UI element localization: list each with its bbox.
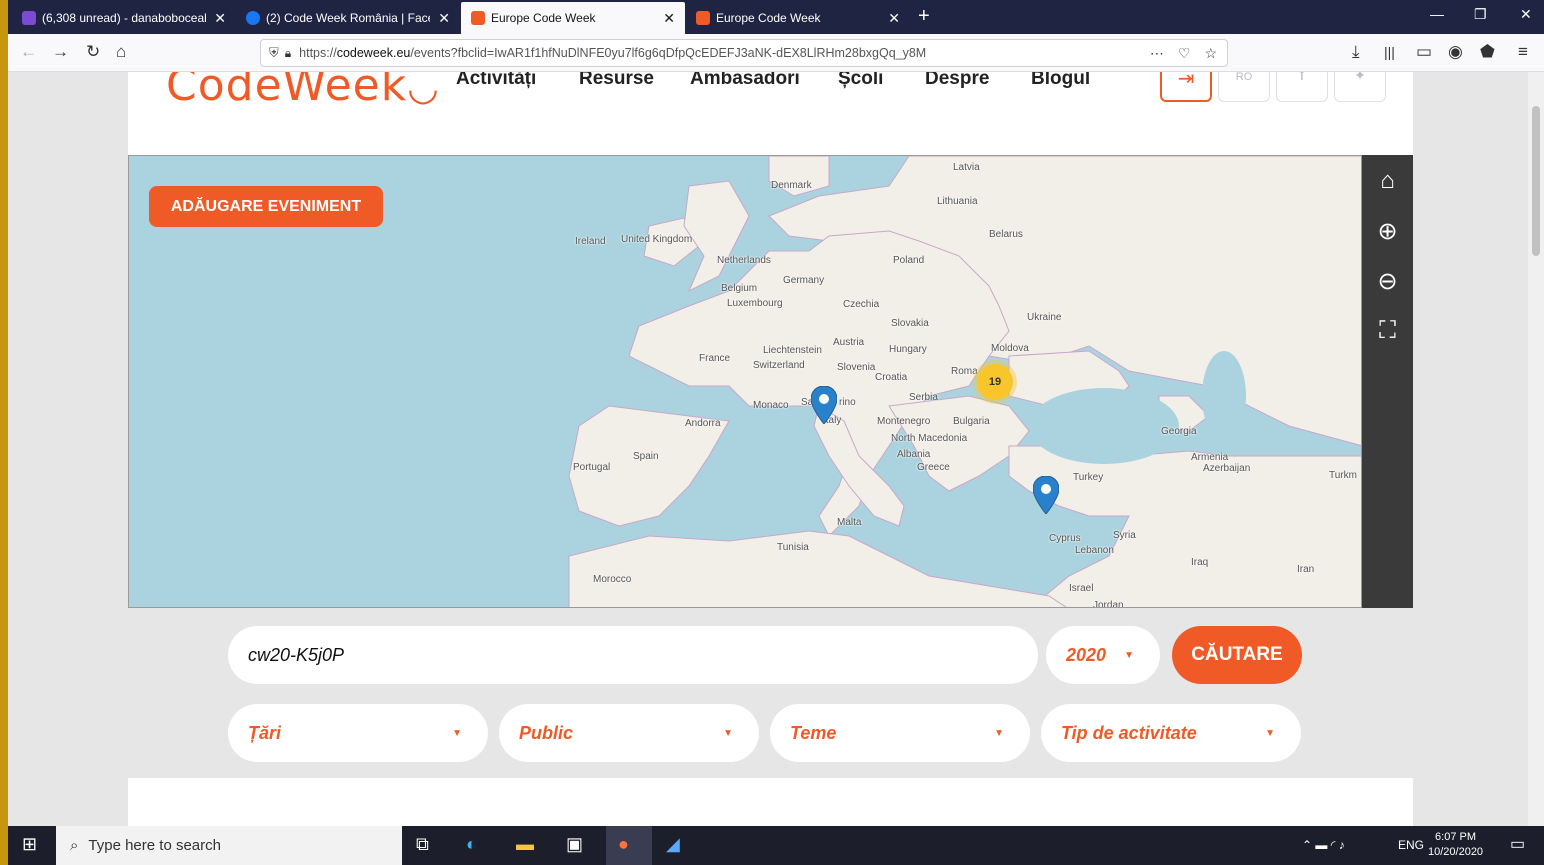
- map-controls: ⌂ ⊕ ⊖ ⛶: [1362, 155, 1413, 608]
- bookmark-star-icon[interactable]: ☆: [1204, 45, 1217, 62]
- file-explorer-icon[interactable]: ▬: [516, 834, 534, 855]
- account-icon[interactable]: ◉: [1448, 42, 1463, 62]
- menu-blogul[interactable]: Blogul: [1031, 72, 1090, 90]
- close-window-icon[interactable]: ✕: [1520, 6, 1532, 23]
- shield-icon: ⛨: [269, 45, 279, 60]
- new-tab-button[interactable]: +: [918, 5, 930, 28]
- url-bar[interactable]: ⛨ 🔒︎ https://codeweek.eu/events?fbclid=I…: [260, 39, 1228, 67]
- chevron-down-icon: ▼: [994, 727, 1004, 739]
- download-icon[interactable]: ⤓: [1352, 42, 1360, 62]
- close-icon[interactable]: ✕: [438, 10, 450, 27]
- tray-icons[interactable]: ⌃ ▬ ◜ ♪: [1302, 838, 1345, 852]
- chevron-down-icon: ▼: [452, 727, 462, 739]
- event-pin-marker[interactable]: [811, 386, 837, 424]
- facebook-button[interactable]: f: [1276, 72, 1328, 102]
- nav-bar: ← → ↻ ⌂ ⛨ 🔒︎ https://codeweek.eu/events?…: [8, 34, 1544, 72]
- reload-icon[interactable]: ↻: [86, 42, 100, 62]
- mail-icon: [22, 11, 36, 25]
- search-panel: cw20-K5j0P 2020 ▼ CĂUTARE Țări ▼ Public ▼ T…: [128, 608, 1413, 778]
- firefox-icon[interactable]: ●: [606, 826, 652, 865]
- menu-icon[interactable]: ≡: [1518, 42, 1528, 62]
- filter-activity-type[interactable]: Tip de activitate ▼: [1041, 704, 1301, 762]
- tab-codeweek[interactable]: Europe Code Week ✕: [686, 4, 910, 32]
- filter-themes[interactable]: Teme ▼: [770, 704, 1030, 762]
- browser-window: (6,308 unread) - danaboboceal ✕ (2) Code…: [8, 0, 1544, 865]
- page-content: CodeWeek◡ Activități Resurse Ambasadori …: [8, 72, 1536, 826]
- filter-audience[interactable]: Public ▼: [499, 704, 759, 762]
- search-input[interactable]: cw20-K5j0P: [228, 626, 1038, 684]
- extension-icon[interactable]: ⬟: [1480, 42, 1495, 62]
- close-icon[interactable]: ✕: [888, 10, 900, 27]
- language-button[interactable]: RO: [1218, 72, 1270, 102]
- twitter-button[interactable]: ✦: [1334, 72, 1386, 102]
- add-event-button[interactable]: ADĂUGARE EVENIMENT: [149, 186, 383, 227]
- codeweek-logo[interactable]: CodeWeek◡: [166, 72, 440, 111]
- library-icon[interactable]: |||: [1384, 44, 1395, 60]
- lock-icon: 🔒︎: [284, 45, 292, 60]
- store-icon[interactable]: ▣: [566, 834, 583, 855]
- events-map[interactable]: Denmark Latvia Lithuania Ireland United …: [128, 155, 1362, 608]
- sidebar-icon[interactable]: ▭: [1416, 42, 1432, 62]
- map-home-icon[interactable]: ⌂: [1362, 167, 1413, 195]
- codeweek-icon: [471, 11, 485, 25]
- login-button[interactable]: ⇥: [1160, 72, 1212, 102]
- restore-icon[interactable]: ❐: [1474, 6, 1487, 23]
- chevron-down-icon: ▼: [723, 727, 733, 739]
- menu-scoli[interactable]: Școli: [838, 72, 883, 90]
- zoom-out-icon[interactable]: ⊖: [1362, 267, 1413, 296]
- page-scrollbar[interactable]: [1528, 72, 1544, 826]
- facebook-icon: [246, 11, 260, 25]
- event-pin-marker[interactable]: [1033, 476, 1059, 514]
- menu-ambasadori[interactable]: Ambasadori: [690, 72, 800, 90]
- chevron-down-icon: ▼: [1265, 727, 1275, 739]
- codeweek-icon: [696, 11, 710, 25]
- chevron-down-icon: ▼: [1124, 649, 1134, 661]
- tab-codeweek-active[interactable]: Europe Code Week ✕: [461, 2, 685, 34]
- windows-taskbar: ⊞ ⌕ Type here to search ⧉ ◐ ▬ ▣ ● ◢ ⌃ ▬ …: [8, 826, 1544, 865]
- more-icon[interactable]: ⋯: [1150, 45, 1164, 62]
- tab-bar: (6,308 unread) - danaboboceal ✕ (2) Code…: [8, 0, 1544, 34]
- minimize-icon[interactable]: —: [1430, 6, 1444, 22]
- clock[interactable]: 6:07 PM 10/20/2020: [1428, 830, 1483, 860]
- back-icon[interactable]: ←: [20, 42, 37, 62]
- filter-countries[interactable]: Țări ▼: [228, 704, 488, 762]
- home-icon[interactable]: ⌂: [116, 42, 126, 62]
- notification-icon[interactable]: ▭: [1510, 834, 1525, 854]
- windows-start-icon[interactable]: ⊞: [22, 834, 37, 855]
- edge-icon[interactable]: ◐: [466, 834, 477, 855]
- close-icon[interactable]: ✕: [663, 10, 675, 27]
- tab-facebook[interactable]: (2) Code Week România | Facel ✕: [236, 4, 460, 32]
- search-icon: ⌕: [70, 837, 79, 854]
- event-cluster-marker[interactable]: 19: [977, 364, 1013, 400]
- menu-despre[interactable]: Despre: [925, 72, 989, 90]
- taskbar-search[interactable]: ⌕ Type here to search: [56, 826, 402, 865]
- task-view-icon[interactable]: ⧉: [416, 834, 429, 855]
- search-button[interactable]: CĂUTARE: [1172, 626, 1302, 684]
- language-indicator[interactable]: ENG: [1398, 838, 1424, 852]
- menu-resurse[interactable]: Resurse: [579, 72, 654, 90]
- app-icon[interactable]: ◢: [666, 834, 680, 855]
- close-icon[interactable]: ✕: [214, 10, 226, 27]
- pocket-icon[interactable]: ♡: [1178, 45, 1191, 62]
- zoom-in-icon[interactable]: ⊕: [1362, 217, 1413, 246]
- menu-activitati[interactable]: Activități: [456, 72, 536, 90]
- site-header: CodeWeek◡ Activități Resurse Ambasadori …: [128, 72, 1413, 155]
- fullscreen-icon[interactable]: ⛶: [1362, 317, 1413, 345]
- forward-icon[interactable]: →: [52, 42, 69, 62]
- tab-mail[interactable]: (6,308 unread) - danaboboceal ✕: [12, 4, 236, 32]
- year-select[interactable]: 2020 ▼: [1046, 626, 1160, 684]
